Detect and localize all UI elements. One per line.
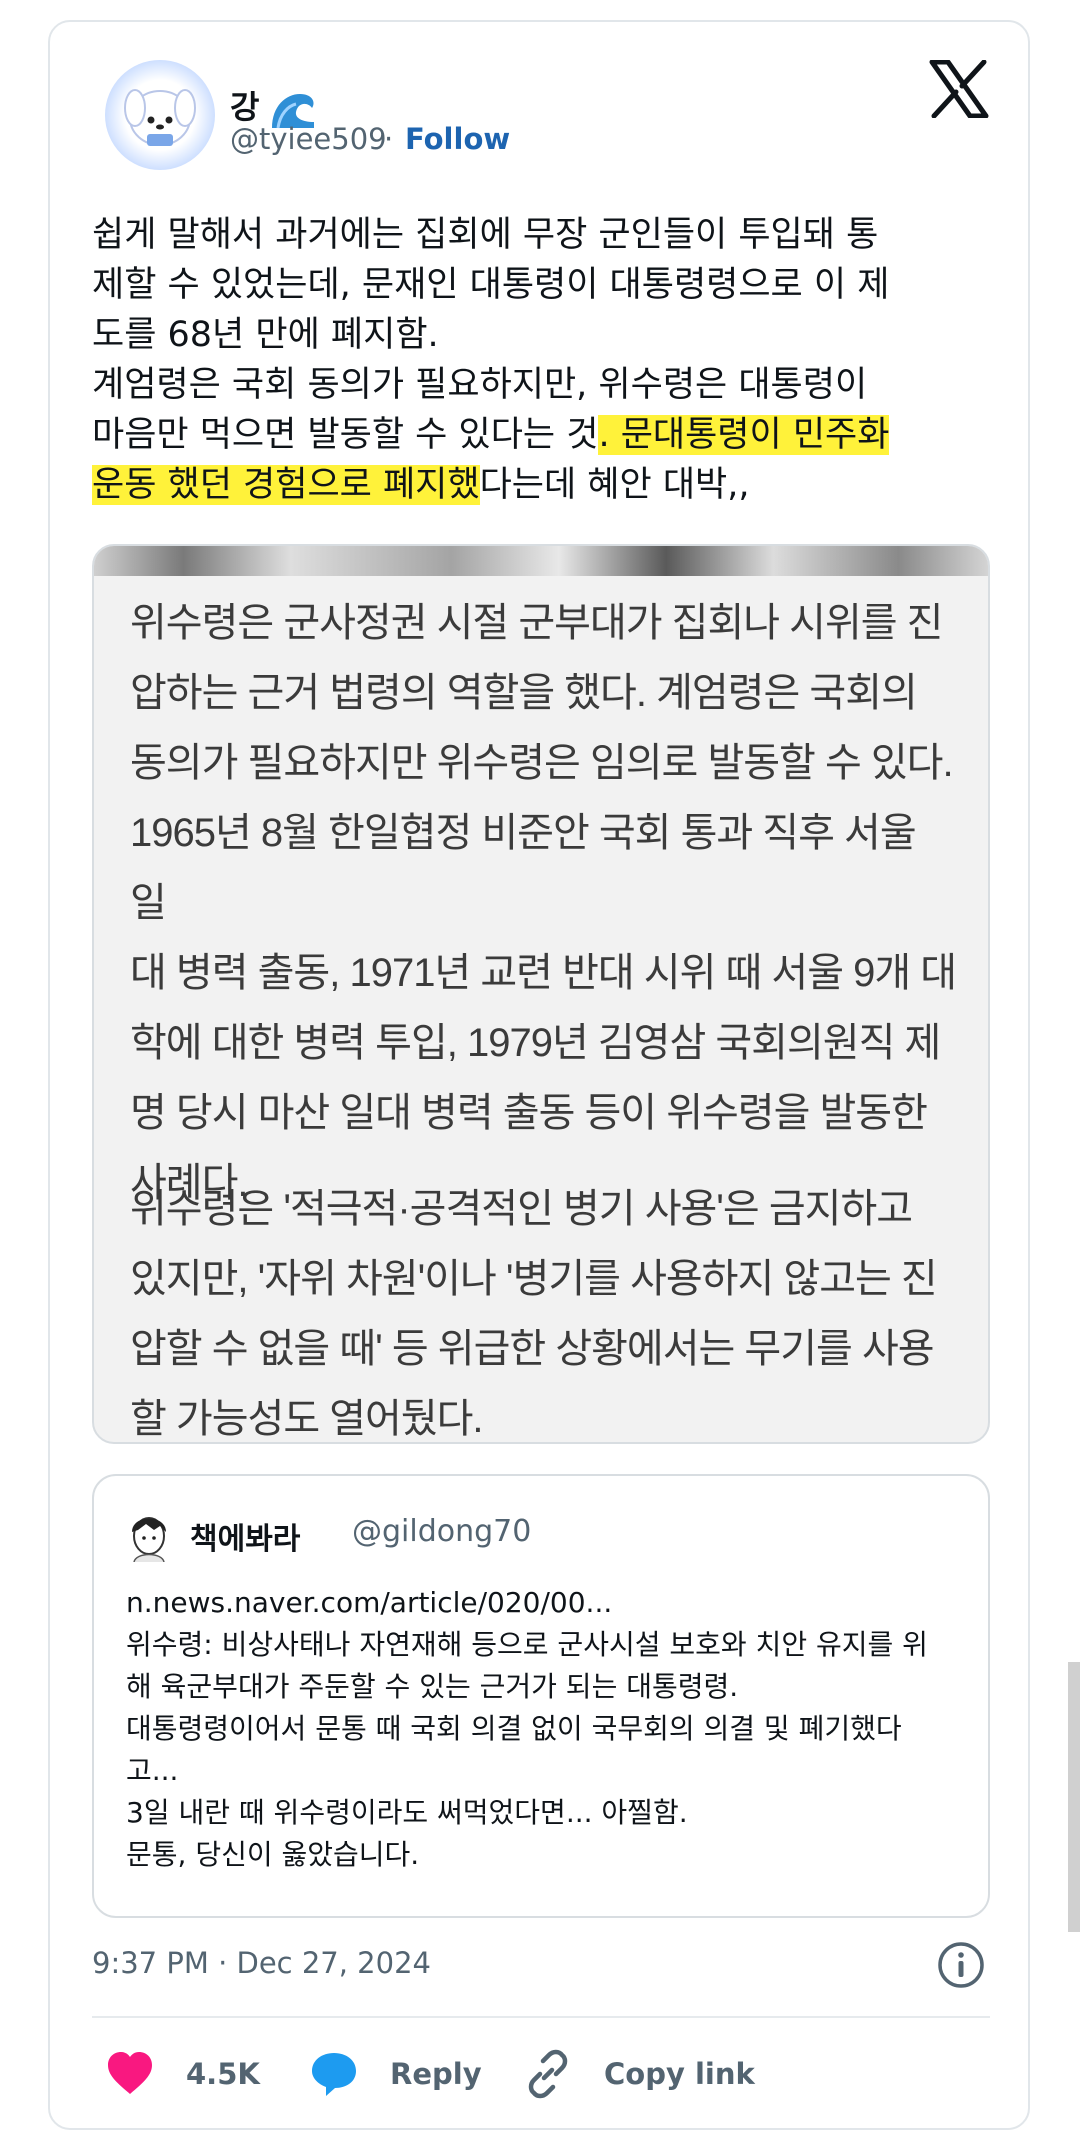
image-paragraph-2: 위수령은 '적극적·공격적인 병기 사용'은 금지하고 있지만, '자위 차원'… [130, 1187, 938, 1441]
x-logo-icon[interactable] [928, 60, 990, 118]
quote-author-handle: @gildong70 [352, 1514, 532, 1549]
info-icon[interactable] [936, 1940, 986, 1990]
copy-link-label: Copy link [604, 2057, 755, 2091]
follow-button[interactable]: Follow [405, 122, 510, 156]
tweet-text: 쉽게 말해서 과거에는 집회에 무장 군인들이 투입돼 통 제할 수 있었는데,… [92, 210, 1012, 510]
quote-body: n.news.naver.com/article/020/00... 위수령: … [126, 1586, 928, 1871]
tweet-image[interactable]: 위수령은 군사정권 시절 군부대가 집회나 시위를 진 압하는 근거 법령의 역… [92, 544, 990, 1444]
author-handle[interactable]: @tyiee509 [230, 122, 387, 156]
quote-author-name: 책에봐라 [190, 1522, 301, 1557]
pochacco-avatar-icon [124, 89, 196, 146]
link-icon [528, 2049, 568, 2099]
copy-link-button[interactable]: Copy link [522, 2048, 755, 2100]
like-button[interactable]: 4.5K [104, 2048, 260, 2100]
reply-button[interactable]: Reply [308, 2048, 482, 2100]
reply-label: Reply [390, 2057, 482, 2091]
heart-icon [108, 2052, 152, 2094]
timestamp[interactable]: 9:37 PM · Dec 27, 2024 [92, 1946, 431, 1980]
image-photo-strip [94, 546, 988, 576]
like-count: 4.5K [186, 2057, 260, 2091]
avatar[interactable] [105, 60, 215, 170]
tweet-text-end: 다는데 혜안 대박,, [479, 465, 750, 505]
tweet-card: 강 @tyiee509 · Follow 쉽게 말해서 과거에는 집회에 무장 … [48, 20, 1030, 2130]
divider [92, 2016, 990, 2018]
quoted-tweet[interactable]: 책에봐라 @gildong70 n.news.naver.com/article… [92, 1474, 990, 1918]
image-paragraph-1: 위수령은 군사정권 시절 군부대가 집회나 시위를 진 압하는 근거 법령의 역… [130, 601, 957, 1205]
separator-dot: · [384, 122, 394, 156]
reply-bubble-icon [312, 2053, 356, 2096]
scrollbar[interactable] [1068, 1662, 1080, 1932]
quote-avatar [132, 1517, 166, 1562]
